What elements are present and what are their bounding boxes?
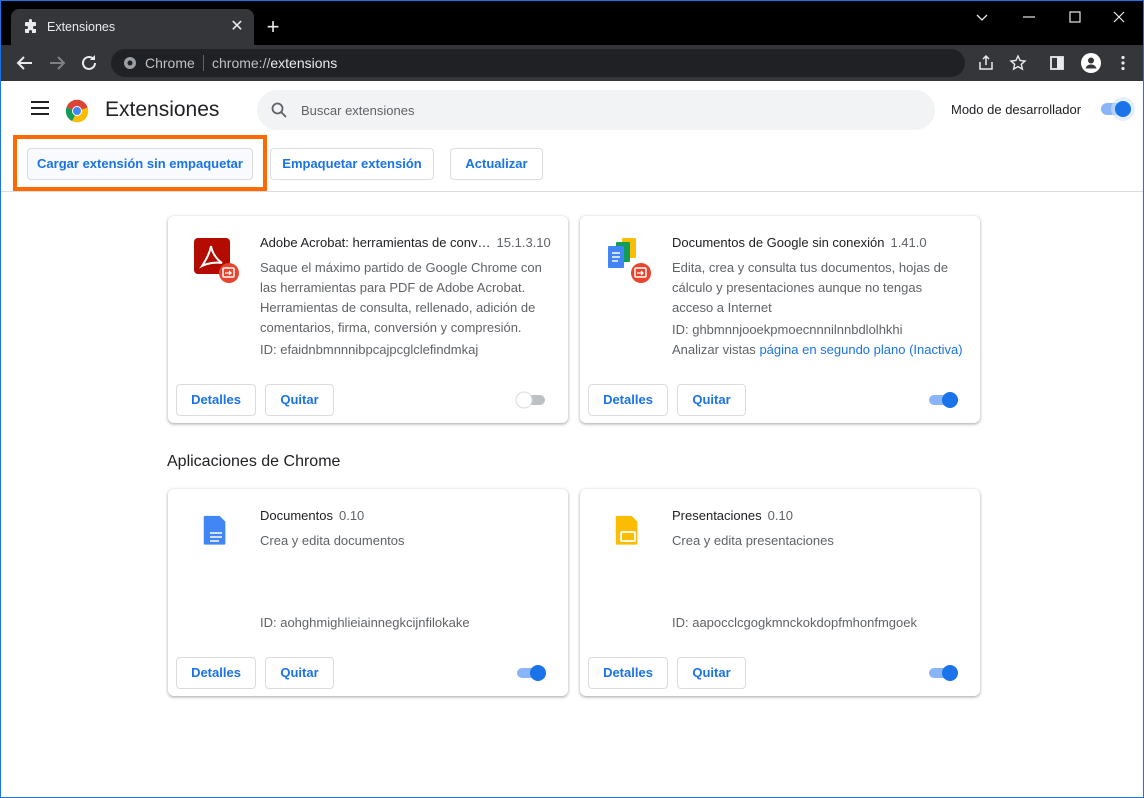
update-button[interactable]: Actualizar xyxy=(450,148,543,180)
enable-toggle[interactable] xyxy=(926,390,960,410)
enable-toggle[interactable] xyxy=(514,390,548,410)
side-panel-icon[interactable] xyxy=(1048,54,1066,72)
background-page-link[interactable]: página en segundo plano (Inactiva) xyxy=(759,342,962,357)
enable-toggle[interactable] xyxy=(514,663,548,683)
extension-description: Saque el máximo partido de Google Chrome… xyxy=(260,260,542,335)
remove-button[interactable]: Quitar xyxy=(677,384,746,416)
new-tab-button[interactable]: + xyxy=(263,16,283,38)
extension-card-docs-offline: Documentos de Google sin conexión 1.41.0 … xyxy=(580,216,980,423)
address-bar[interactable]: Chrome chrome://extensions xyxy=(111,49,965,77)
details-button[interactable]: Detalles xyxy=(588,384,668,416)
site-label: Chrome xyxy=(145,55,195,71)
more-menu-icon[interactable] xyxy=(1114,54,1132,72)
bookmark-star-icon[interactable] xyxy=(1009,54,1027,72)
page-title: Extensiones xyxy=(105,98,220,121)
tab-title: Extensiones xyxy=(47,20,116,34)
developer-mode-toggle[interactable] xyxy=(1095,97,1135,121)
app-name: Presentaciones 0.10 xyxy=(672,508,793,523)
developer-mode-label: Modo de desarrollador xyxy=(951,102,1082,117)
enable-toggle[interactable] xyxy=(926,663,960,683)
extension-description: Edita, crea y consulta tus documentos, h… xyxy=(672,260,949,315)
chrome-site-icon xyxy=(124,57,136,69)
puzzle-icon xyxy=(25,19,36,33)
minimize-icon[interactable] xyxy=(1019,7,1039,27)
app-description: Crea y edita presentaciones xyxy=(672,533,834,548)
extension-version: 1.41.0 xyxy=(890,235,927,250)
google-docs-icon xyxy=(203,515,226,545)
extensions-header: Extensiones Modo de desarrollador xyxy=(1,81,1143,137)
app-description: Crea y edita documentos xyxy=(260,533,405,548)
profile-avatar-icon[interactable] xyxy=(1080,52,1102,74)
app-id: ID: aapocclcgogkmnckokdopfmhonfmgoek xyxy=(672,615,917,630)
close-tab-icon[interactable]: ✕ xyxy=(228,18,246,36)
hamburger-menu-icon[interactable] xyxy=(31,100,49,116)
extension-id: ID: efaidnbmnnnibpcajpcglclefindmkaj xyxy=(260,342,479,357)
app-version: 0.10 xyxy=(338,508,365,523)
chrome-apps-section-title: Aplicaciones de Chrome xyxy=(167,453,341,470)
adobe-acrobat-icon xyxy=(194,238,239,283)
forward-icon[interactable] xyxy=(46,52,68,74)
browser-window: Extensiones ✕ + Chrome chrome://extensio… xyxy=(0,0,1144,798)
extension-version: 15.1.3.10 xyxy=(496,235,551,250)
close-window-icon[interactable] xyxy=(1109,7,1129,27)
remove-button[interactable]: Quitar xyxy=(265,384,334,416)
browser-toolbar: Chrome chrome://extensions xyxy=(1,45,1143,81)
app-card-documentos: Documentos 0.10 Crea y edita documentos I… xyxy=(168,489,568,696)
reload-icon[interactable] xyxy=(78,52,100,74)
extension-name: Documentos de Google sin conexión 1.41.0 xyxy=(672,235,927,250)
extension-id: ID: ghbmnnjooekpmoecnnnilnnbdlolhkhi xyxy=(672,322,903,337)
details-button[interactable]: Detalles xyxy=(176,657,256,689)
details-button[interactable]: Detalles xyxy=(588,657,668,689)
remove-button[interactable]: Quitar xyxy=(677,657,746,689)
google-slides-icon xyxy=(615,515,638,545)
pack-extension-button[interactable]: Empaquetar extensión xyxy=(270,148,434,180)
chrome-logo-icon xyxy=(65,99,89,123)
app-id: ID: aohghmighlieiainnegkcijnfilokake xyxy=(260,615,470,630)
search-input[interactable] xyxy=(301,90,901,130)
app-card-presentaciones: Presentaciones 0.10 Crea y edita presenta… xyxy=(580,489,980,696)
extension-name: Adobe Acrobat: herramientas de conv… 15.1… xyxy=(260,235,551,250)
details-button[interactable]: Detalles xyxy=(176,384,256,416)
remove-button[interactable]: Quitar xyxy=(265,657,334,689)
inspect-views: Analizar vistas página en segundo plano … xyxy=(672,342,963,357)
app-name: Documentos 0.10 xyxy=(260,508,365,523)
search-icon xyxy=(271,102,287,118)
extension-card-adobe-acrobat: Adobe Acrobat: herramientas de conv… 15.1… xyxy=(168,216,568,423)
tab-strip: Extensiones ✕ + xyxy=(1,1,1143,45)
tab-extensions[interactable]: Extensiones ✕ xyxy=(11,9,254,45)
app-version: 0.10 xyxy=(767,508,793,523)
back-icon[interactable] xyxy=(14,52,36,74)
maximize-icon[interactable] xyxy=(1065,7,1085,27)
docs-offline-icon xyxy=(608,238,651,283)
search-box[interactable] xyxy=(257,90,935,130)
url-text: chrome://extensions xyxy=(212,55,338,71)
highlight-box xyxy=(13,135,267,191)
chevron-down-icon[interactable] xyxy=(972,7,992,27)
omnibox-separator xyxy=(203,55,204,71)
share-icon[interactable] xyxy=(977,54,995,72)
